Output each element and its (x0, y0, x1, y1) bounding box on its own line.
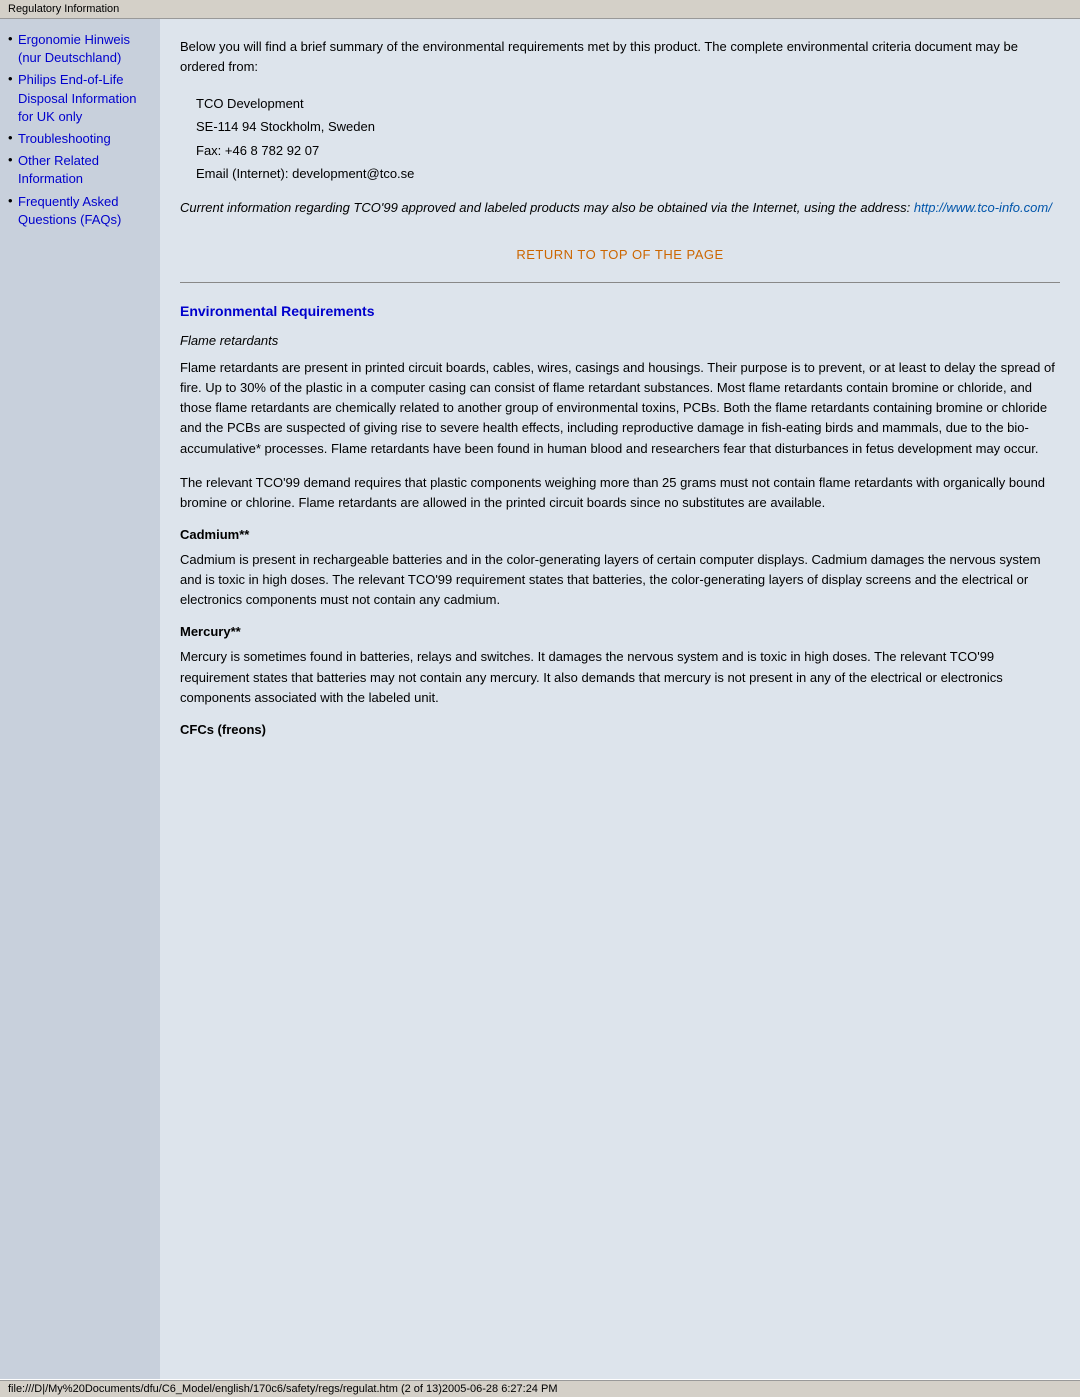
sidebar-item-faq[interactable]: Frequently Asked Questions (FAQs) (8, 193, 152, 229)
address-line3: Fax: +46 8 782 92 07 (196, 139, 1060, 162)
flame-retardants-paragraph1: Flame retardants are present in printed … (180, 358, 1060, 459)
status-bar-text: file:///D|/My%20Documents/dfu/C6_Model/e… (8, 1383, 557, 1395)
tco-info-link[interactable]: http://www.tco-info.com/ (914, 200, 1052, 215)
section-divider (180, 282, 1060, 283)
content-area: Below you will find a brief summary of t… (160, 19, 1080, 1379)
address-line2: SE-114 94 Stockholm, Sweden (196, 115, 1060, 138)
mercury-title: Mercury** (180, 624, 1060, 639)
environmental-requirements-title: Environmental Requirements (180, 303, 1060, 319)
mercury-text: Mercury is sometimes found in batteries,… (180, 647, 1060, 707)
italic-note-text: Current information regarding TCO'99 app… (180, 200, 914, 215)
sidebar-link-troubleshooting[interactable]: Troubleshooting (18, 131, 111, 146)
cfcs-title: CFCs (freons) (180, 722, 1060, 737)
sidebar-nav-list: Ergonomie Hinweis (nur Deutschland) Phil… (8, 31, 152, 229)
status-bar: file:///D|/My%20Documents/dfu/C6_Model/e… (0, 1380, 1080, 1397)
return-to-top-link[interactable]: RETURN TO TOP OF THE PAGE (516, 247, 723, 262)
cadmium-title: Cadmium** (180, 527, 1060, 542)
address-line4: Email (Internet): development@tco.se (196, 162, 1060, 185)
return-link-container: RETURN TO TOP OF THE PAGE (180, 247, 1060, 262)
address-line1: TCO Development (196, 92, 1060, 115)
sidebar-link-ergonomie[interactable]: Ergonomie Hinweis (nur Deutschland) (18, 32, 130, 65)
sidebar-link-philips[interactable]: Philips End-of-Life Disposal Information… (18, 72, 137, 123)
sidebar-item-philips[interactable]: Philips End-of-Life Disposal Information… (8, 71, 152, 126)
cadmium-text: Cadmium is present in rechargeable batte… (180, 550, 1060, 610)
sidebar-item-ergonomie[interactable]: Ergonomie Hinweis (nur Deutschland) (8, 31, 152, 67)
title-bar: Regulatory Information (0, 0, 1080, 19)
sidebar-item-troubleshooting[interactable]: Troubleshooting (8, 130, 152, 148)
sidebar: Ergonomie Hinweis (nur Deutschland) Phil… (0, 19, 160, 1379)
main-layout: Ergonomie Hinweis (nur Deutschland) Phil… (0, 19, 1080, 1379)
italic-note: Current information regarding TCO'99 app… (180, 198, 1060, 218)
sidebar-link-other-related[interactable]: Other Related Information (18, 153, 99, 186)
flame-retardants-subtitle: Flame retardants (180, 333, 1060, 348)
sidebar-link-faq[interactable]: Frequently Asked Questions (FAQs) (18, 194, 121, 227)
address-block: TCO Development SE-114 94 Stockholm, Swe… (196, 92, 1060, 186)
flame-retardants-paragraph2: The relevant TCO'99 demand requires that… (180, 473, 1060, 513)
title-bar-label: Regulatory Information (8, 3, 119, 15)
sidebar-item-other-related[interactable]: Other Related Information (8, 152, 152, 188)
intro-paragraph: Below you will find a brief summary of t… (180, 37, 1060, 76)
